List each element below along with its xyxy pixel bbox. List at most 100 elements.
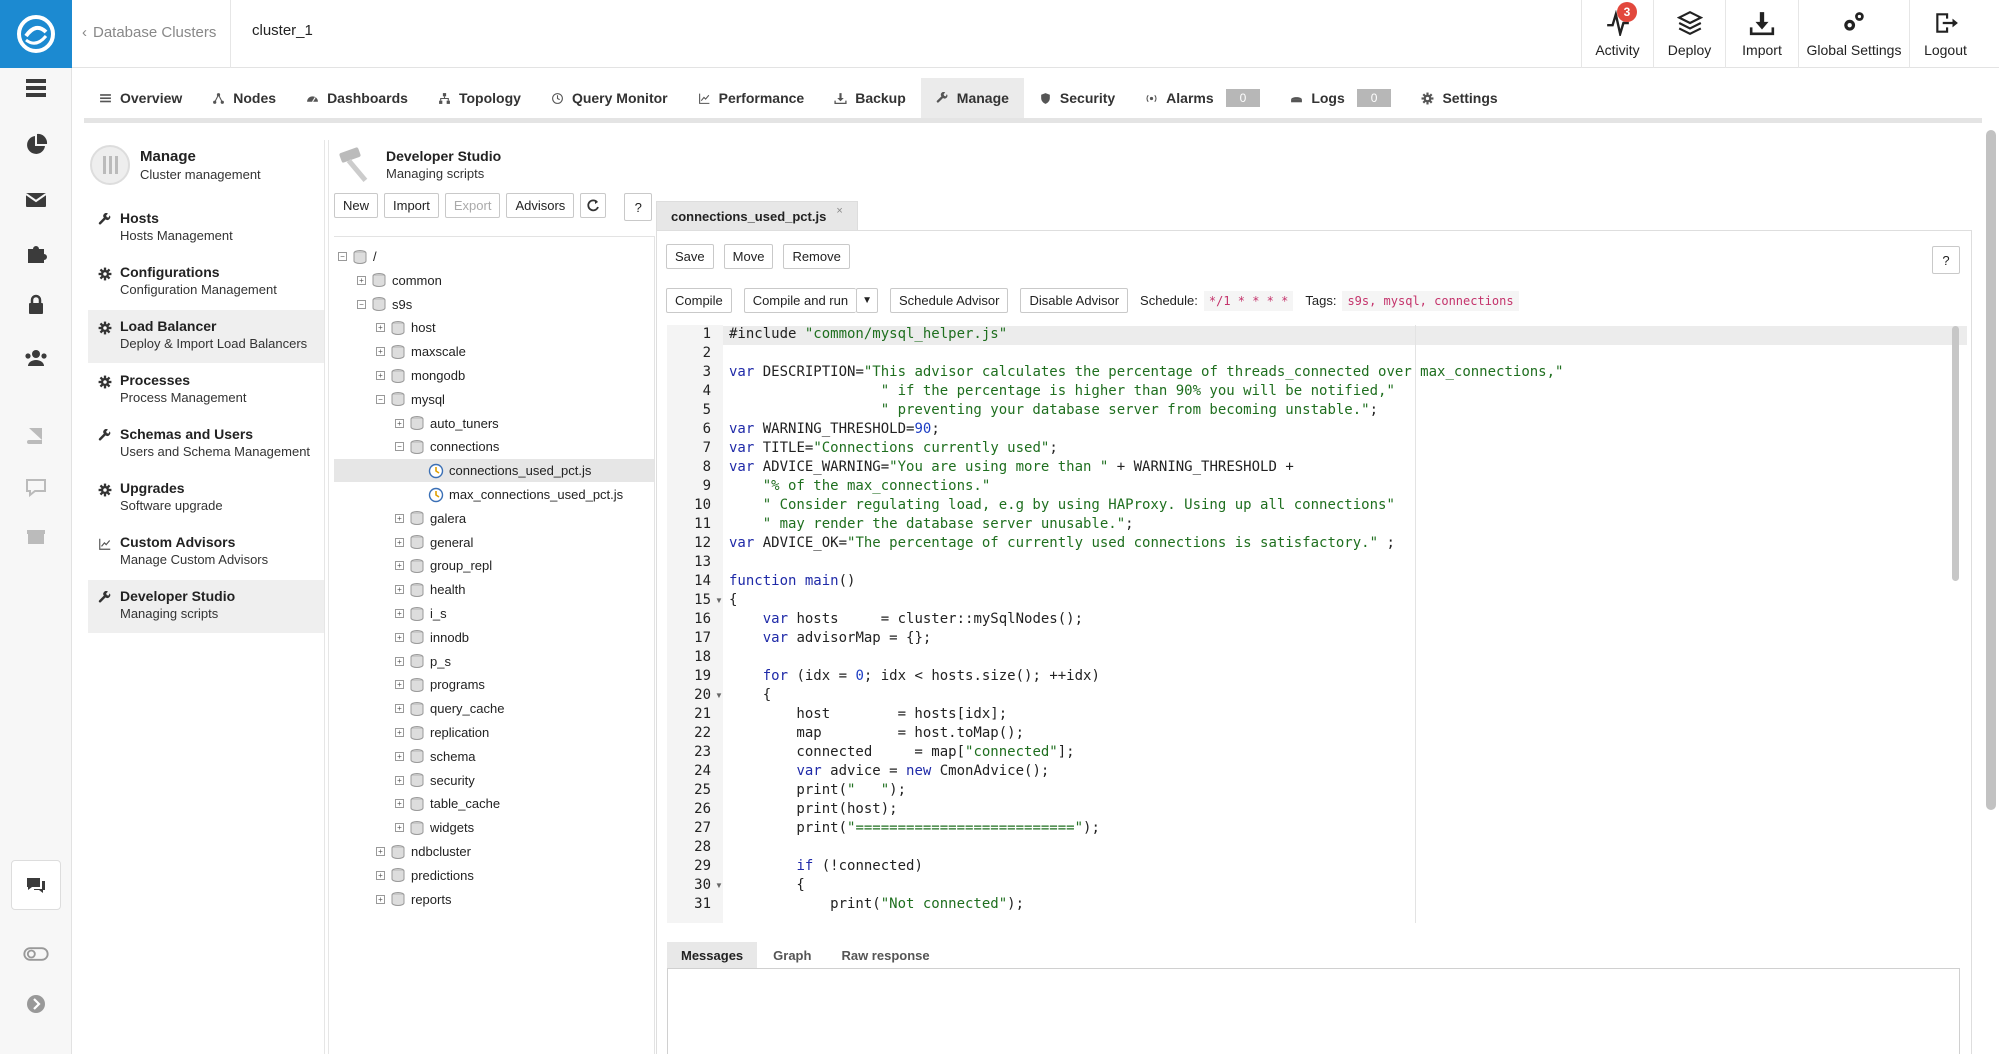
- rail-puzzle-button[interactable]: [0, 233, 72, 273]
- tree-toggle-icon[interactable]: +: [395, 728, 404, 737]
- tab-performance[interactable]: Performance: [683, 78, 820, 118]
- rail-users-button[interactable]: [0, 338, 72, 378]
- top-deploy-button[interactable]: Deploy: [1653, 0, 1725, 68]
- rail-chat-bubble-button[interactable]: [0, 467, 72, 507]
- export-button[interactable]: Export: [444, 193, 501, 218]
- tree-folder[interactable]: + general: [395, 531, 473, 554]
- tree-folder[interactable]: + i_s: [395, 602, 447, 625]
- manage-item-schemas-and-users[interactable]: Schemas and Users Users and Schema Manage…: [88, 418, 324, 471]
- tree-toggle-icon[interactable]: +: [395, 656, 404, 666]
- tree-toggle-icon[interactable]: +: [376, 371, 385, 380]
- tree-folder[interactable]: − s9s: [357, 293, 412, 316]
- manage-item-processes[interactable]: Processes Process Management: [88, 364, 324, 417]
- manage-item-load-balancer[interactable]: Load Balancer Deploy & Import Load Balanc…: [88, 310, 324, 363]
- remove-button[interactable]: Remove: [783, 244, 850, 269]
- tree-toggle-icon[interactable]: +: [395, 561, 404, 571]
- refresh-button[interactable]: [580, 193, 607, 218]
- tree-toggle-icon[interactable]: −: [376, 394, 385, 404]
- tree-toggle-icon[interactable]: +: [357, 275, 366, 285]
- tree-folder[interactable]: + p_s: [395, 650, 451, 673]
- close-tab-icon[interactable]: ×: [836, 205, 842, 217]
- tree-toggle-icon[interactable]: +: [395, 513, 404, 523]
- tree-file[interactable]: connections_used_pct.js: [334, 459, 654, 483]
- code-editor[interactable]: 1 #include "common/mysql_helper.js" 2 3 var …: [667, 325, 1967, 923]
- output-tab-messages[interactable]: Messages: [667, 942, 758, 969]
- tree-toggle-icon[interactable]: +: [376, 347, 385, 357]
- tree-toggle-icon[interactable]: −: [338, 252, 347, 261]
- top-global-settings-button[interactable]: Global Settings: [1798, 0, 1909, 68]
- tree-folder[interactable]: + host: [376, 316, 436, 339]
- manage-item-upgrades[interactable]: Upgrades Software upgrade: [88, 472, 324, 525]
- tree-toggle-icon[interactable]: +: [395, 537, 404, 547]
- tree-toggle-icon[interactable]: +: [376, 847, 385, 856]
- new-button[interactable]: New: [334, 193, 379, 218]
- tree-toggle-icon[interactable]: +: [395, 632, 404, 642]
- tree-folder[interactable]: + table_cache: [395, 792, 500, 815]
- rail-mail-button[interactable]: [0, 180, 72, 220]
- tree-folder[interactable]: + widgets: [395, 816, 474, 839]
- fold-toggle-icon[interactable]: ▼: [715, 881, 723, 890]
- breadcrumb-database-clusters[interactable]: Database Clusters: [93, 24, 216, 41]
- fold-toggle-icon[interactable]: ▼: [715, 596, 723, 605]
- tab-manage[interactable]: Manage: [920, 78, 1024, 118]
- tree-folder[interactable]: + query_cache: [395, 697, 504, 720]
- tree-toggle-icon[interactable]: +: [395, 799, 404, 809]
- tree-folder[interactable]: + ndbcluster: [376, 840, 471, 863]
- tab-dashboards[interactable]: Dashboards: [291, 78, 423, 118]
- tree-folder[interactable]: + innodb: [395, 626, 469, 649]
- tree-toggle-icon[interactable]: +: [395, 418, 404, 428]
- rail-book-button[interactable]: [0, 417, 72, 457]
- tree-toggle-icon[interactable]: +: [395, 775, 404, 785]
- app-logo[interactable]: [0, 0, 72, 68]
- breadcrumb-back[interactable]: ‹ Database Clusters: [82, 20, 216, 44]
- top-logout-button[interactable]: Logout: [1909, 0, 1981, 68]
- tree-folder[interactable]: + maxscale: [376, 340, 466, 363]
- save-button[interactable]: Save: [666, 244, 714, 269]
- editor-help-button[interactable]: ?: [1932, 246, 1960, 274]
- top-import-button[interactable]: Import: [1725, 0, 1798, 68]
- import-button[interactable]: Import: [384, 193, 439, 218]
- output-tab-graph[interactable]: Graph: [759, 942, 825, 969]
- rail-clusters-button[interactable]: [0, 68, 72, 108]
- tree-folder[interactable]: + programs: [395, 673, 485, 696]
- tree-folder[interactable]: − connections: [395, 435, 499, 458]
- tree-folder[interactable]: + predictions: [376, 864, 474, 887]
- tree-toggle-icon[interactable]: +: [395, 585, 404, 595]
- tree-toggle-icon[interactable]: +: [376, 323, 385, 333]
- rail-lock-button[interactable]: [0, 285, 72, 325]
- tree-toggle-icon[interactable]: +: [395, 609, 404, 618]
- tree-folder[interactable]: + replication: [395, 721, 489, 744]
- tree-folder[interactable]: + health: [395, 578, 465, 601]
- manage-item-custom-advisors[interactable]: Custom Advisors Manage Custom Advisors: [88, 526, 324, 579]
- move-button[interactable]: Move: [723, 244, 774, 269]
- tree-toggle-icon[interactable]: +: [395, 751, 404, 761]
- fold-toggle-icon[interactable]: ▼: [715, 691, 723, 700]
- rail-chevron-right-circle-button[interactable]: [0, 984, 72, 1024]
- tab-logs[interactable]: Logs 0: [1275, 78, 1406, 118]
- tab-query-monitor[interactable]: Query Monitor: [536, 78, 683, 118]
- rail-dashboard-pie-button[interactable]: [0, 125, 72, 165]
- tab-topology[interactable]: Topology: [423, 78, 536, 118]
- tree-toggle-icon[interactable]: +: [376, 894, 385, 904]
- tab-nodes[interactable]: Nodes: [197, 78, 291, 118]
- tree-toggle-icon[interactable]: +: [376, 870, 385, 880]
- tab-overview[interactable]: Overview: [84, 78, 197, 118]
- tab-alarms[interactable]: Alarms 0: [1130, 78, 1275, 118]
- tree-folder[interactable]: + galera: [395, 507, 466, 530]
- compile-button[interactable]: Compile: [666, 288, 732, 313]
- studio-help-button[interactable]: ?: [624, 193, 653, 221]
- manage-item-developer-studio[interactable]: Developer Studio Managing scripts: [88, 580, 324, 633]
- page-scrollbar[interactable]: [1986, 130, 1996, 810]
- tree-toggle-icon[interactable]: +: [395, 680, 404, 690]
- tree-folder[interactable]: + reports: [376, 888, 451, 911]
- tree-file[interactable]: max_connections_used_pct.js: [414, 483, 623, 506]
- advisors-button[interactable]: Advisors: [506, 193, 575, 218]
- tree-toggle-icon[interactable]: +: [395, 823, 404, 833]
- tree-toggle-icon[interactable]: −: [357, 299, 366, 309]
- tree-toggle-icon[interactable]: −: [395, 442, 404, 452]
- file-tab[interactable]: connections_used_pct.js ×: [656, 201, 858, 231]
- tree-toggle-icon[interactable]: +: [395, 704, 404, 714]
- manage-item-configurations[interactable]: Configurations Configuration Management: [88, 256, 324, 309]
- editor-scrollbar[interactable]: [1952, 326, 1959, 581]
- rail-chat-button[interactable]: [0, 860, 72, 910]
